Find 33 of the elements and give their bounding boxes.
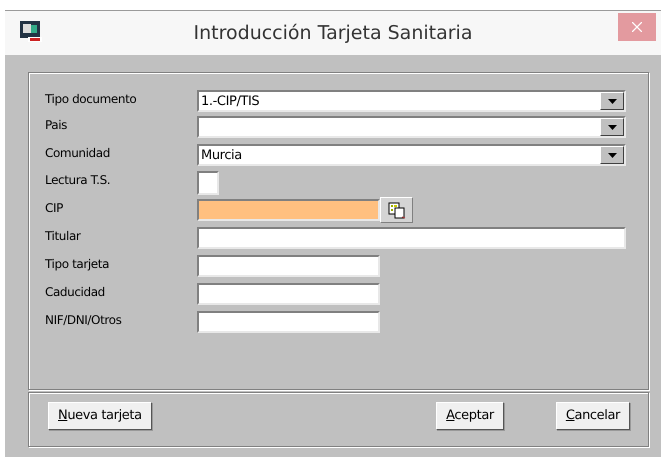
dropdown-button[interactable] xyxy=(600,92,624,110)
field-label: Pais xyxy=(45,117,68,132)
document-icon xyxy=(388,202,406,218)
dropdown-field[interactable]: Murcia xyxy=(197,144,626,166)
caret-icon xyxy=(608,152,616,158)
input-field[interactable] xyxy=(197,199,380,221)
field-label: Caducidad xyxy=(45,284,106,299)
field-label: Comunidad xyxy=(45,145,111,160)
field-label: Lectura T.S. xyxy=(45,172,112,187)
dialog-button[interactable]: Cancelar xyxy=(556,402,630,430)
dropdown-field[interactable] xyxy=(197,116,626,138)
close-button[interactable] xyxy=(618,13,656,41)
dropdown-field[interactable]: 1.-CIP/TIS xyxy=(197,90,626,112)
input-field[interactable] xyxy=(197,311,380,333)
field-label: Tipo tarjeta xyxy=(45,256,110,271)
checkbox[interactable] xyxy=(197,171,219,195)
field-label: Titular xyxy=(45,228,82,243)
dropdown-button[interactable] xyxy=(600,146,624,164)
window-title: Introducción Tarjeta Sanitaria xyxy=(192,22,474,44)
input-field[interactable] xyxy=(197,255,380,277)
input-field[interactable] xyxy=(197,227,626,249)
field-label: CIP xyxy=(45,200,64,215)
new-card-button[interactable]: Nueva tarjeta xyxy=(48,402,152,430)
dialog-button[interactable]: Aceptar xyxy=(436,402,504,430)
caret-icon xyxy=(608,98,616,104)
input-field[interactable] xyxy=(197,283,380,305)
dropdown-button[interactable] xyxy=(600,118,624,136)
close-icon xyxy=(632,22,642,32)
caret-icon xyxy=(608,124,616,130)
lookup-button[interactable] xyxy=(380,197,413,223)
app-icon xyxy=(19,20,43,43)
field-label: NIF/DNI/Otros xyxy=(45,312,122,327)
field-label: Tipo documento xyxy=(45,91,138,106)
